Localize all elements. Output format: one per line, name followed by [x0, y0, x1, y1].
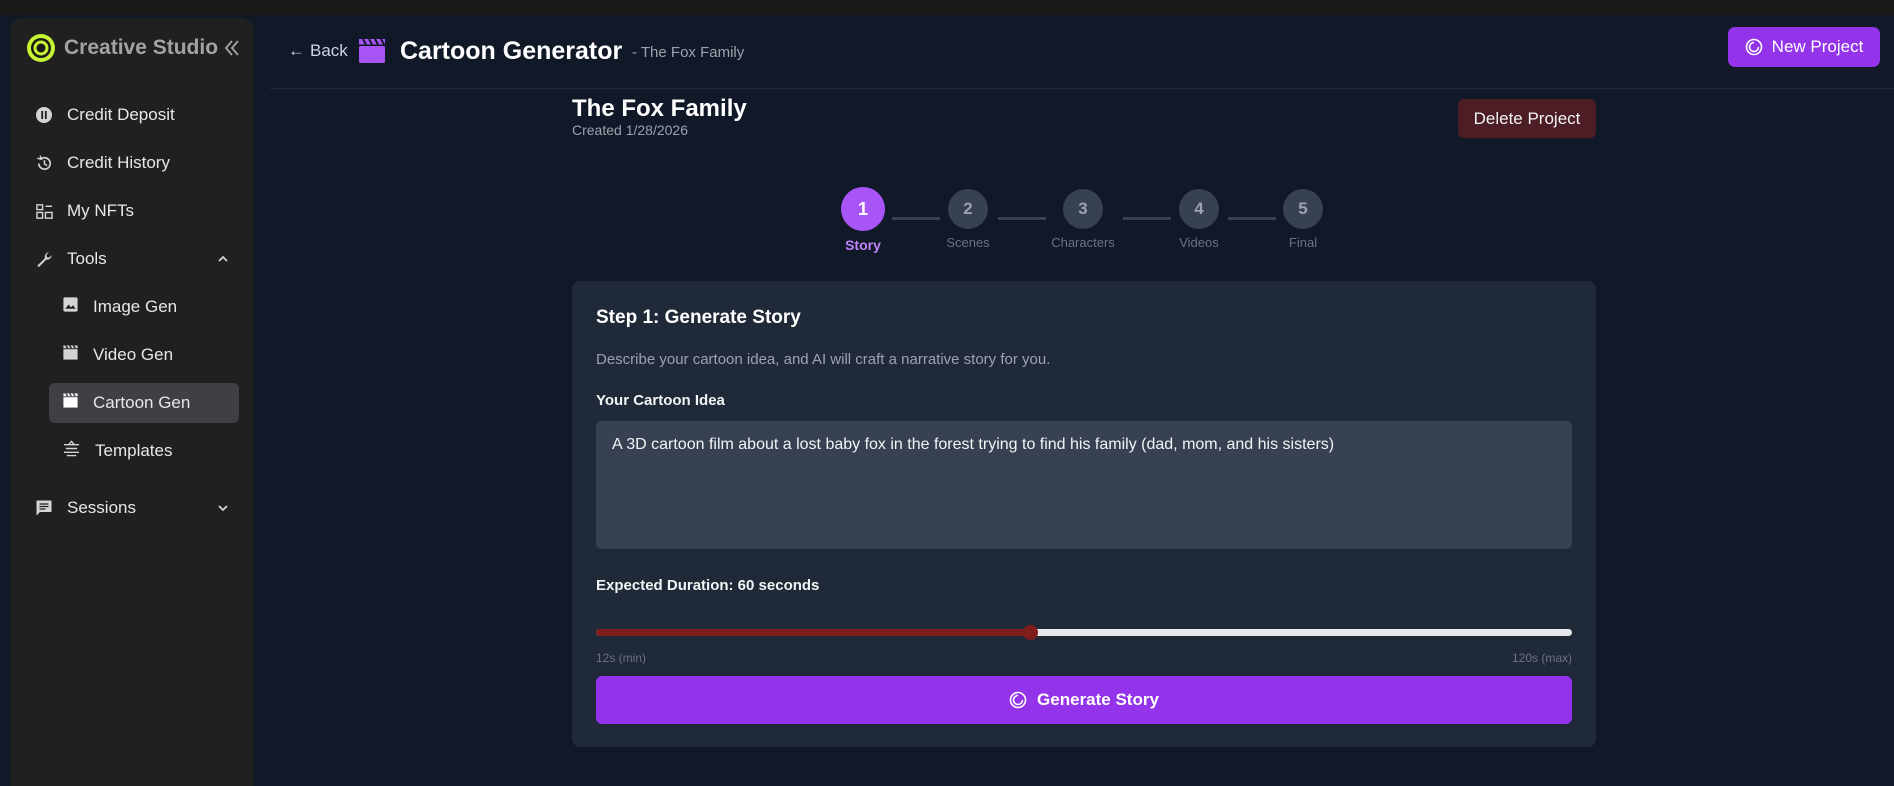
- sidebar-item-image-gen[interactable]: Image Gen: [49, 287, 239, 327]
- brand-logo-icon: [27, 34, 55, 62]
- step-label: Videos: [1179, 235, 1219, 250]
- history-icon: [34, 153, 54, 173]
- duration-slider-thumb[interactable]: [1022, 625, 1038, 640]
- back-button[interactable]: ← Back: [288, 41, 348, 61]
- step-label: Characters: [1051, 235, 1115, 250]
- sidebar-item-credit-deposit[interactable]: Credit Deposit: [34, 97, 234, 133]
- step-story[interactable]: 1 Story: [818, 187, 908, 253]
- sidebar: Creative Studio Credit Deposit Credit Hi…: [10, 18, 254, 786]
- sidebar-item-credit-history[interactable]: Credit History: [34, 145, 234, 181]
- sidebar-item-label: Credit History: [67, 153, 170, 172]
- duration-min-label: 12s (min): [596, 651, 647, 665]
- step-description: Describe your cartoon idea, and AI will …: [596, 351, 1051, 368]
- new-project-button[interactable]: New Project: [1728, 27, 1880, 67]
- sidebar-item-video-gen[interactable]: Video Gen: [49, 335, 239, 375]
- wrench-icon: [34, 249, 54, 269]
- sidebar-item-label: Sessions: [67, 498, 136, 517]
- story-card: Step 1: Generate Story Describe your car…: [572, 281, 1596, 747]
- chevron-down-icon[interactable]: [214, 499, 232, 517]
- delete-project-button[interactable]: Delete Project: [1458, 99, 1596, 138]
- step-label: Scenes: [946, 235, 990, 250]
- step-number: 4: [1179, 189, 1219, 229]
- page-header: ← Back Cartoon Generator - The Fox Famil…: [270, 15, 1894, 89]
- window-top-strip: [0, 0, 1894, 15]
- sidebar-item-my-nfts[interactable]: My NFTs: [34, 193, 234, 229]
- brand-name: Creative Studio: [64, 36, 219, 59]
- collapse-sidebar-icon[interactable]: [222, 38, 242, 58]
- chat-icon: [34, 498, 54, 518]
- step-title: Step 1: Generate Story: [596, 307, 801, 328]
- duration-max-label: 120s (max): [1511, 651, 1572, 665]
- main-content: ← Back Cartoon Generator - The Fox Famil…: [270, 15, 1894, 786]
- clapperboard-icon: [62, 392, 79, 414]
- project-created-date: Created 1/28/2026: [572, 122, 688, 138]
- sidebar-item-sessions[interactable]: Sessions: [34, 490, 234, 526]
- idea-label: Your Cartoon Idea: [596, 392, 725, 409]
- sparkle-circle-icon: [1009, 691, 1027, 709]
- duration-slider[interactable]: [596, 625, 1572, 640]
- step-number: 5: [1283, 189, 1323, 229]
- step-label: Story: [845, 237, 881, 253]
- sidebar-item-label: Cartoon Gen: [93, 393, 191, 412]
- page-subtitle: - The Fox Family: [632, 44, 745, 61]
- arrow-left-icon: ←: [288, 41, 305, 60]
- sidebar-item-label: Tools: [67, 249, 107, 268]
- step-final[interactable]: 5 Final: [1258, 189, 1348, 250]
- duration-slider-fill: [596, 629, 1030, 636]
- sparkle-circle-icon: [1745, 38, 1762, 56]
- sidebar-item-templates[interactable]: Templates: [49, 431, 239, 471]
- clapperboard-icon: [62, 344, 79, 366]
- clapperboard-icon: [359, 38, 385, 63]
- brand[interactable]: Creative Studio: [26, 32, 218, 64]
- step-number: 1: [841, 187, 885, 231]
- project-title: The Fox Family: [572, 95, 747, 122]
- templates-icon: [62, 440, 81, 462]
- duration-label: Expected Duration: 60 seconds: [596, 577, 820, 594]
- step-characters[interactable]: 3 Characters: [1038, 189, 1128, 250]
- back-label: Back: [310, 41, 348, 60]
- step-number: 3: [1063, 189, 1103, 229]
- step-number: 2: [948, 189, 988, 229]
- chevron-up-icon[interactable]: [214, 250, 232, 268]
- sidebar-item-label: Credit Deposit: [67, 105, 175, 124]
- coin-icon: [34, 105, 54, 125]
- sidebar-item-label: My NFTs: [67, 201, 135, 220]
- nft-grid-icon: [34, 201, 54, 221]
- sidebar-item-cartoon-gen[interactable]: Cartoon Gen: [49, 383, 239, 423]
- sidebar-item-label: Templates: [95, 441, 173, 460]
- new-project-label: New Project: [1771, 37, 1864, 56]
- sidebar-item-label: Video Gen: [93, 345, 174, 364]
- generate-story-label: Generate Story: [1037, 690, 1159, 709]
- generate-story-button[interactable]: Generate Story: [596, 676, 1572, 724]
- image-icon: [62, 296, 79, 318]
- sidebar-item-tools[interactable]: Tools: [34, 241, 234, 277]
- sidebar-item-label: Image Gen: [93, 297, 178, 316]
- cartoon-idea-textarea[interactable]: A 3D cartoon film about a lost baby fox …: [596, 421, 1572, 549]
- step-label: Final: [1288, 235, 1318, 250]
- page-title: Cartoon Generator: [400, 37, 623, 65]
